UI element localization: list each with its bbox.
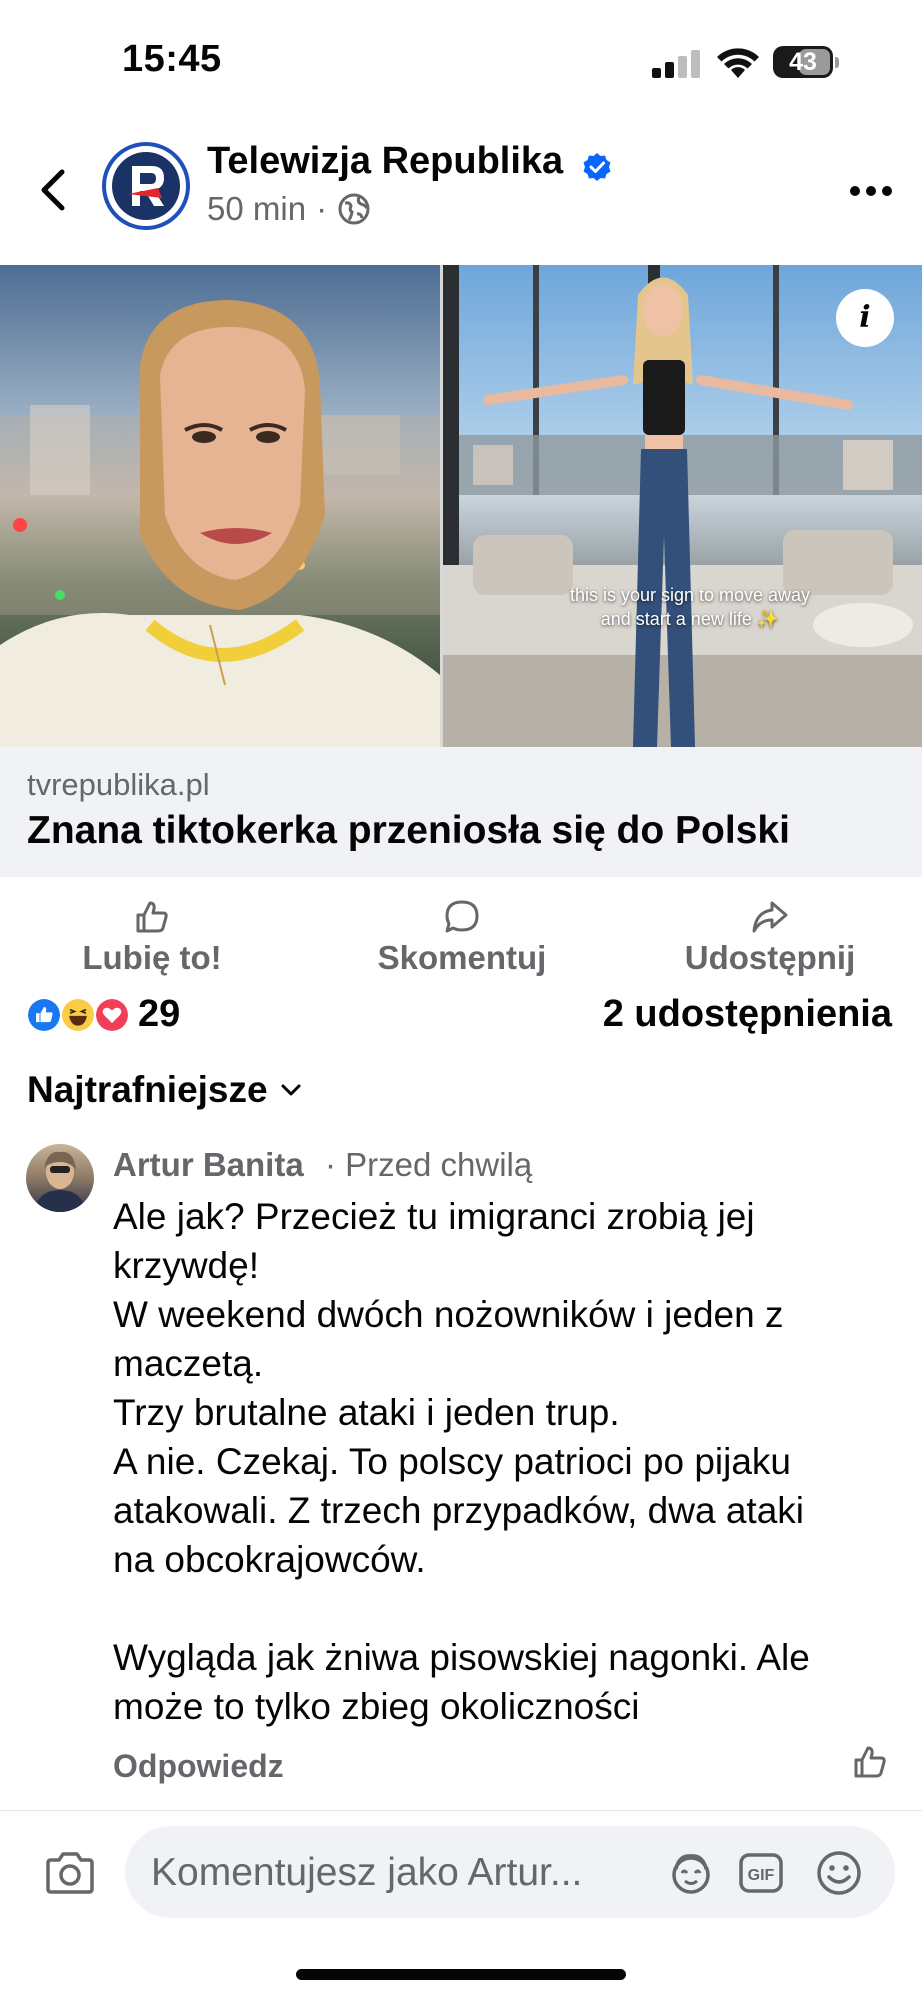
post-meta: 50 min · xyxy=(207,190,371,228)
comment-line: krzywdę! xyxy=(113,1245,259,1286)
battery-level: 43 xyxy=(789,48,817,76)
info-button[interactable]: i xyxy=(836,289,894,347)
sort-label: Najtrafniejsze xyxy=(27,1069,268,1110)
shares-count[interactable]: 2 udostępnienia xyxy=(603,993,892,1036)
battery-icon: 43 xyxy=(773,46,839,78)
reply-button[interactable]: Odpowiedz xyxy=(113,1748,284,1785)
post-time[interactable]: 50 min xyxy=(207,190,306,228)
comment-sort-dropdown[interactable]: Najtrafniejsze xyxy=(27,1065,302,1115)
video-caption: this is your sign to move away and start… xyxy=(500,583,880,631)
svg-text:GIF: GIF xyxy=(748,1867,775,1884)
avatar-sticker-icon[interactable] xyxy=(667,1849,715,1897)
wifi-icon xyxy=(717,48,759,78)
like-label: Lubię to! xyxy=(82,939,222,976)
comment-author[interactable]: Artur Banita xyxy=(113,1146,304,1184)
comment-blank-line xyxy=(113,1584,893,1633)
video-caption-line-2: and start a new life ✨ xyxy=(600,609,780,629)
like-button[interactable]: Lubię to! xyxy=(72,887,232,977)
comment-item: Artur Banita · Przed chwilą Ale jak? Prz… xyxy=(0,1140,922,1810)
comment-line: Ale jak? Przecież tu imigranci zrobią je… xyxy=(113,1196,755,1237)
comment-line: Trzy brutalne ataki i jeden trup. xyxy=(113,1392,620,1433)
reactions-row: 29 2 udostępnienia xyxy=(0,985,922,1045)
camera-icon[interactable] xyxy=(44,1851,96,1895)
back-button[interactable] xyxy=(28,160,78,220)
love-reaction-icon xyxy=(94,997,130,1033)
verified-badge-icon xyxy=(583,153,611,181)
comment-button[interactable]: Skomentuj xyxy=(364,887,560,977)
thumbs-up-icon xyxy=(136,901,168,933)
comment-line: W weekend dwóch nożowników i jeden z xyxy=(113,1294,784,1335)
comment-line: atakowali. Z trzech przypadków, dwa atak… xyxy=(113,1490,804,1531)
page-name[interactable]: Telewizja Republika xyxy=(207,140,563,183)
comment-text: Ale jak? Przecież tu imigranci zrobią je… xyxy=(113,1192,893,1731)
comment-time: · Przed chwilą xyxy=(325,1146,533,1183)
share-button[interactable]: Udostępnij xyxy=(672,887,868,977)
comment-input[interactable]: Komentujesz jako Artur... GIF xyxy=(125,1826,895,1918)
selfie-photo xyxy=(0,265,440,747)
comment-line: Wygląda jak żniwa pisowskiej nagonki. Al… xyxy=(113,1637,810,1678)
chevron-down-icon xyxy=(281,1084,301,1096)
status-time: 15:45 xyxy=(122,38,222,80)
home-indicator[interactable] xyxy=(296,1969,626,1980)
gif-icon[interactable]: GIF xyxy=(737,1849,785,1897)
reaction-count[interactable]: 29 xyxy=(138,993,180,1036)
video-caption-line-1: this is your sign to move away xyxy=(569,585,811,605)
comment-line: A nie. Czekaj. To polscy patrioci po pij… xyxy=(113,1441,792,1482)
comment-line: może to tylko zbieg okoliczności xyxy=(113,1686,640,1727)
page-logo-icon xyxy=(112,152,180,220)
haha-reaction-icon xyxy=(60,997,96,1033)
meta-separator: · xyxy=(316,190,328,227)
comment-composer: Komentujesz jako Artur... GIF xyxy=(0,1810,922,1930)
comment-like-icon[interactable] xyxy=(852,1744,888,1780)
share-label: Udostępnij xyxy=(684,939,856,976)
emoji-icon[interactable] xyxy=(815,1849,863,1897)
comment-input-placeholder: Komentujesz jako Artur... xyxy=(151,1851,583,1894)
more-options-button[interactable] xyxy=(846,178,896,208)
globe-icon xyxy=(338,193,370,225)
commenter-avatar[interactable] xyxy=(26,1144,94,1212)
reaction-icons[interactable] xyxy=(26,997,132,1033)
status-bar: 15:45 43 xyxy=(0,0,922,120)
post-actions: Lubię to! Skomentuj Udostępnij xyxy=(0,877,922,977)
post-header: Telewizja Republika 50 min · xyxy=(0,120,922,265)
comment-line: na obcokrajowców. xyxy=(113,1539,426,1580)
post-media[interactable]: i this is your sign to move away and sta… xyxy=(0,265,922,747)
link-domain: tvrepublika.pl xyxy=(27,767,210,802)
page-avatar[interactable] xyxy=(102,142,190,230)
link-title: Znana tiktokerka przeniosła się do Polsk… xyxy=(27,809,790,852)
share-arrow-icon xyxy=(752,901,788,933)
link-preview[interactable]: tvrepublika.pl Znana tiktokerka przenios… xyxy=(0,747,922,877)
comment-bubble-icon xyxy=(445,900,479,933)
like-reaction-icon xyxy=(26,997,62,1033)
comment-line: maczetą. xyxy=(113,1343,264,1384)
cellular-signal-icon xyxy=(652,50,702,78)
comment-label: Skomentuj xyxy=(377,939,547,976)
